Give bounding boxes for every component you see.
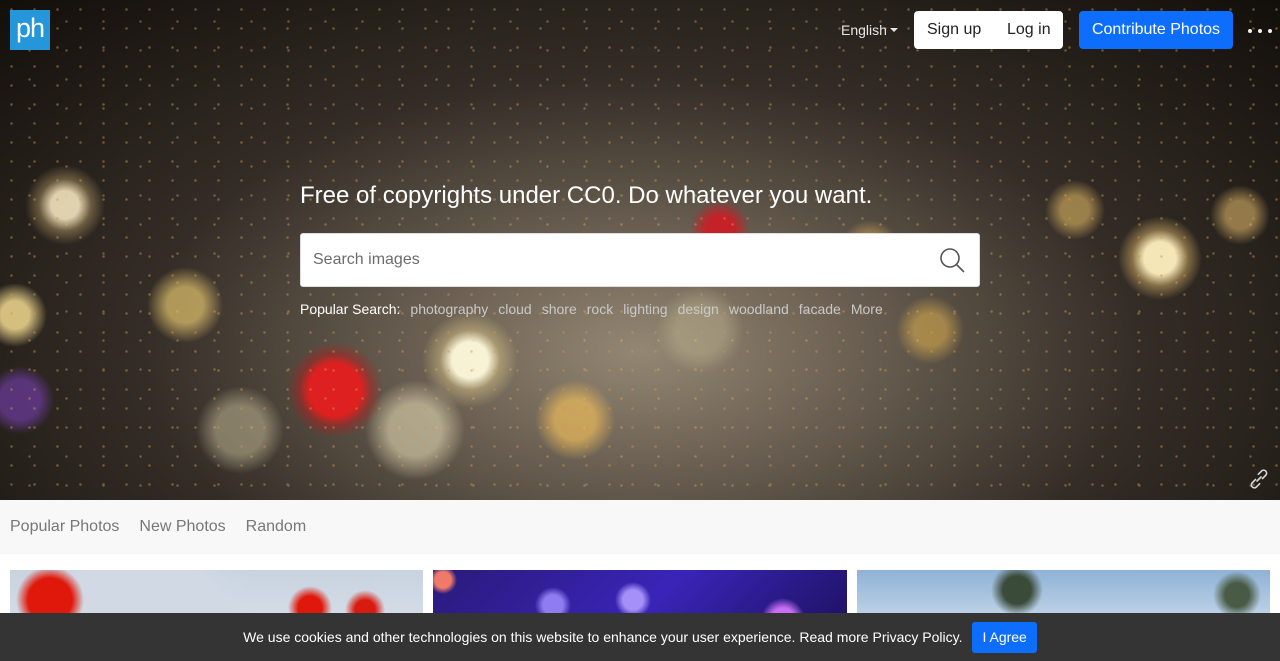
- search-bar: [300, 233, 980, 287]
- signup-button[interactable]: Sign up: [914, 21, 994, 39]
- popular-tag-facade[interactable]: facade: [799, 301, 841, 317]
- language-label: English: [841, 22, 887, 38]
- popular-tag-rock[interactable]: rock: [587, 301, 613, 317]
- login-button[interactable]: Log in: [994, 21, 1051, 39]
- logo[interactable]: ph: [10, 10, 50, 50]
- popular-tag-design[interactable]: design: [678, 301, 719, 317]
- cookie-agree-button[interactable]: I Agree: [972, 621, 1037, 653]
- language-selector[interactable]: English: [841, 22, 898, 38]
- tab-popular-photos[interactable]: Popular Photos: [10, 518, 119, 536]
- photo-tabs: Popular Photos New Photos Random: [0, 500, 1280, 554]
- popular-tag-woodland[interactable]: woodland: [729, 301, 789, 317]
- caret-down-icon: [889, 28, 898, 32]
- popular-tag-lighting[interactable]: lighting: [623, 301, 667, 317]
- tab-new-photos[interactable]: New Photos: [139, 518, 225, 536]
- popular-tag-more[interactable]: More: [851, 301, 883, 317]
- more-dots-icon[interactable]: [1248, 27, 1272, 35]
- contribute-photos-button[interactable]: Contribute Photos: [1079, 11, 1233, 49]
- popular-searches: Popular Search: photography cloud shore …: [300, 301, 893, 317]
- search-icon[interactable]: [939, 247, 965, 273]
- cookie-banner: We use cookies and other technologies on…: [0, 613, 1280, 661]
- search-input[interactable]: [313, 234, 913, 286]
- popular-tag-shore[interactable]: shore: [542, 301, 577, 317]
- auth-button-group: Sign up Log in: [914, 11, 1063, 49]
- cookie-message: We use cookies and other technologies on…: [243, 629, 963, 645]
- link-icon[interactable]: [1247, 467, 1271, 491]
- popular-search-label: Popular Search:: [300, 301, 401, 317]
- popular-tag-photography[interactable]: photography: [410, 301, 488, 317]
- hero-tagline: Free of copyrights under CC0. Do whateve…: [300, 182, 873, 209]
- popular-tag-cloud[interactable]: cloud: [498, 301, 531, 317]
- tab-random[interactable]: Random: [246, 518, 306, 536]
